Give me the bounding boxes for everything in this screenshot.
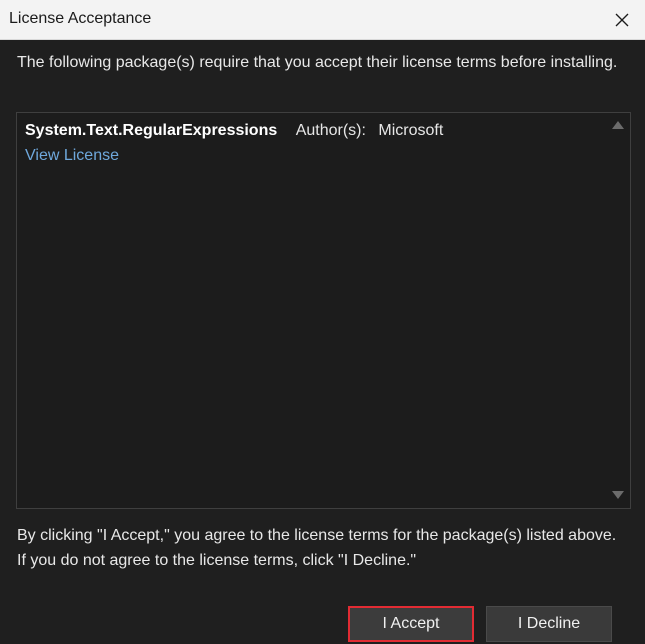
window-title: License Acceptance bbox=[9, 10, 152, 27]
accept-button[interactable]: I Accept bbox=[348, 606, 474, 642]
package-author: Microsoft bbox=[378, 122, 444, 139]
vertical-scrollbar[interactable] bbox=[606, 113, 630, 508]
author-label: Author(s): bbox=[295, 122, 366, 139]
scroll-down-arrow-icon[interactable] bbox=[611, 490, 625, 500]
package-item: System.Text.RegularExpressions Author(s)… bbox=[25, 121, 443, 141]
decline-button[interactable]: I Decline bbox=[486, 606, 612, 642]
close-button[interactable] bbox=[599, 0, 645, 40]
agreement-text: By clicking "I Accept," you agree to the… bbox=[17, 527, 617, 569]
package-list[interactable]: System.Text.RegularExpressions Author(s)… bbox=[16, 112, 631, 509]
close-icon bbox=[615, 13, 629, 27]
scroll-up-arrow-icon[interactable] bbox=[611, 120, 625, 130]
intro-text: The following package(s) require that yo… bbox=[17, 54, 618, 71]
title-bar: License Acceptance bbox=[0, 0, 645, 40]
view-license-link[interactable]: View License bbox=[25, 147, 119, 165]
package-name: System.Text.RegularExpressions bbox=[25, 122, 278, 139]
